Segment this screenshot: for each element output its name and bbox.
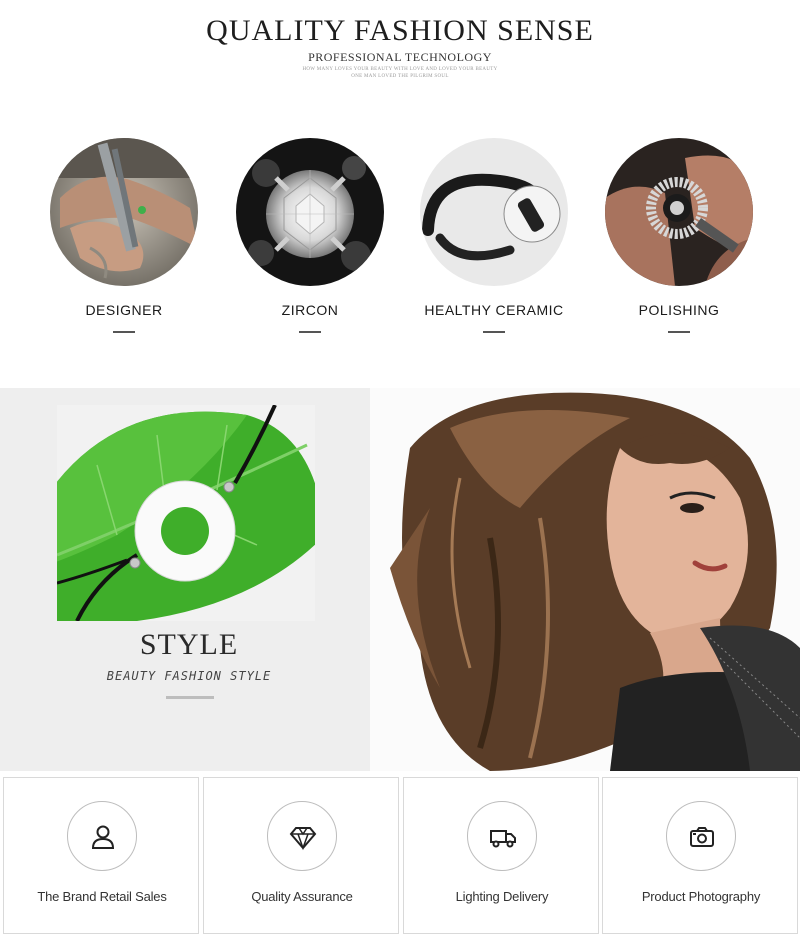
feature-underline: [299, 331, 321, 333]
service-quality-assurance: Quality Assurance: [203, 777, 399, 934]
zircon-gem-photo: [236, 138, 384, 286]
service-label: Product Photography: [641, 889, 761, 904]
style-divider: [166, 696, 214, 699]
camera-icon: [690, 827, 714, 847]
tagline-line-2: ONE MAN LOVED THE PILGRIM SOUL: [351, 74, 449, 79]
style-subtitle: BEAUTY FASHION STYLE: [106, 669, 272, 683]
tagline-line-1: HOW MANY LOVES YOUR BEAUTY WITH LOVE AND…: [302, 67, 498, 72]
ceramic-cuff-photo: [420, 138, 568, 286]
truck-icon: [490, 830, 516, 848]
designer-tools-photo: [50, 138, 198, 286]
feature-label: HEALTHY CERAMIC: [424, 302, 564, 318]
feature-polishing: POLISHING: [605, 138, 753, 333]
feature-label: POLISHING: [638, 302, 720, 318]
service-icon-ring: [666, 801, 736, 871]
feature-label: DESIGNER: [85, 302, 163, 318]
service-product-photography: Product Photography: [602, 777, 798, 934]
user-icon: [91, 825, 115, 849]
ceramic-pendant-photo: [57, 405, 315, 621]
feature-underline: [668, 331, 690, 333]
service-lighting-delivery: Lighting Delivery: [403, 777, 599, 934]
feature-zircon: ZIRCON: [236, 138, 384, 333]
model-photo: [370, 388, 800, 771]
service-icon-ring: [67, 801, 137, 871]
service-label: Quality Assurance: [251, 889, 353, 904]
service-brand-retail: The Brand Retail Sales: [3, 777, 199, 934]
feature-designer: DESIGNER: [50, 138, 198, 333]
feature-label: ZIRCON: [281, 302, 339, 318]
diamond-icon: [289, 827, 317, 851]
feature-healthy-ceramic: HEALTHY CERAMIC: [420, 138, 568, 333]
feature-underline: [483, 331, 505, 333]
polishing-ring-photo: [605, 138, 753, 286]
service-icon-ring: [467, 801, 537, 871]
service-label: Lighting Delivery: [455, 889, 549, 904]
feature-underline: [113, 331, 135, 333]
style-panel: STYLE BEAUTY FASHION STYLE: [0, 388, 370, 771]
service-label: The Brand Retail Sales: [37, 889, 167, 904]
page-subtitle: PROFESSIONAL TECHNOLOGY: [308, 50, 492, 64]
style-title: STYLE: [139, 628, 239, 661]
page-title: QUALITY FASHION SENSE: [206, 14, 594, 47]
service-icon-ring: [267, 801, 337, 871]
